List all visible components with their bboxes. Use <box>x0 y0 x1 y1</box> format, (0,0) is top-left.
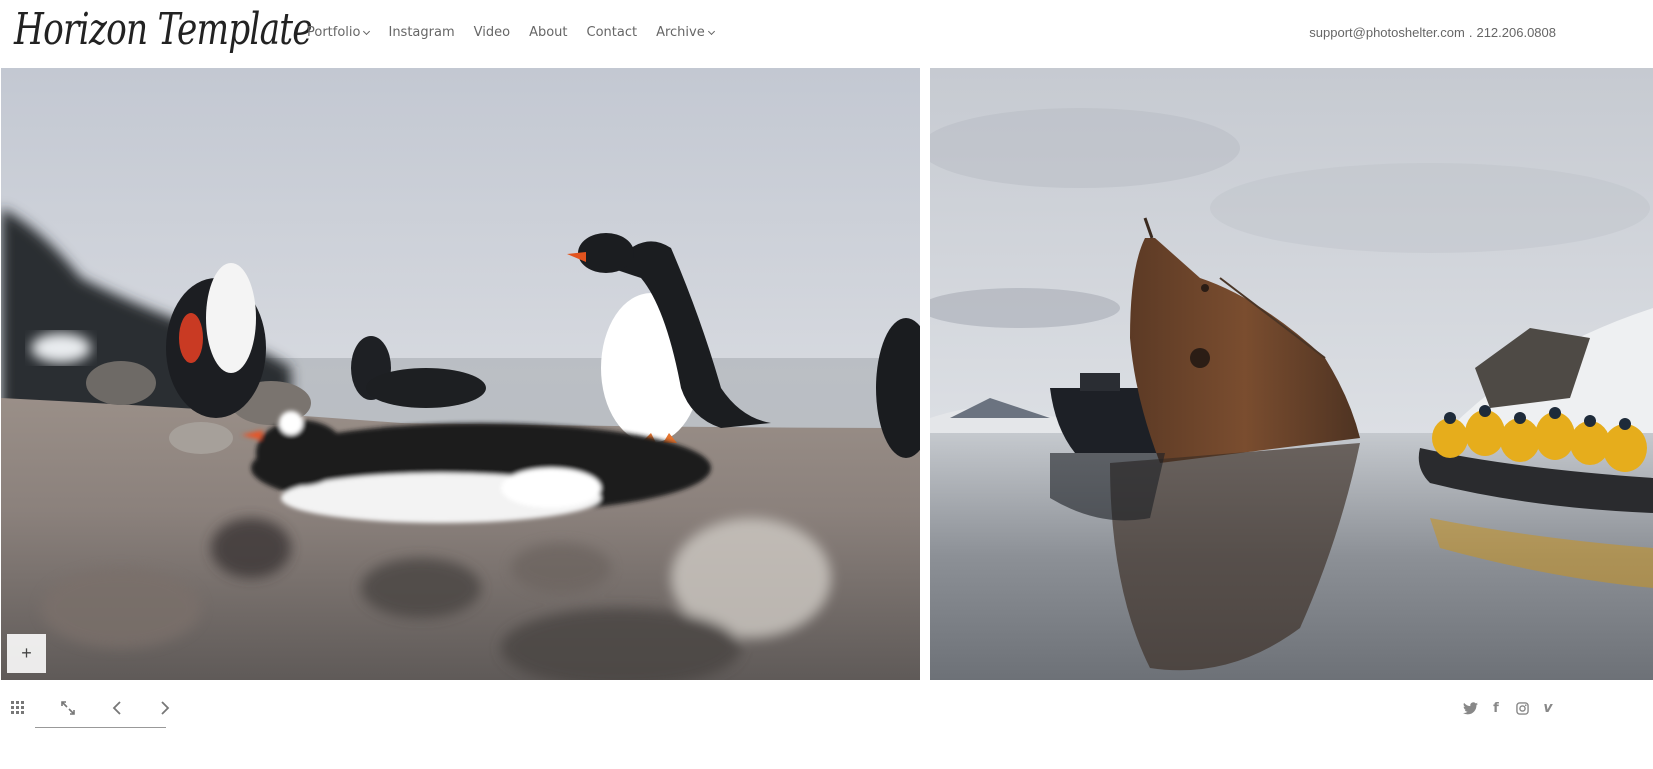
contact-phone[interactable]: 212.206.0808 <box>1476 25 1556 40</box>
vimeo-icon[interactable]: v <box>1539 699 1557 717</box>
gallery-image-penguins[interactable] <box>1 68 920 680</box>
nav-item-label: Video <box>473 25 511 40</box>
nav-item-video[interactable]: Video <box>474 25 510 40</box>
chevron-down-icon <box>363 27 371 35</box>
contact-info: support@photoshelter.com . 212.206.0808 <box>1309 25 1556 40</box>
nav-item-label: Instagram <box>388 25 455 40</box>
nav-item-label: About <box>529 25 568 40</box>
chevron-down-icon <box>707 27 715 35</box>
prev-arrow-icon[interactable] <box>106 698 128 718</box>
progress-underline <box>35 727 166 728</box>
next-arrow-icon[interactable] <box>154 698 176 718</box>
facebook-icon[interactable]: f <box>1487 699 1505 717</box>
nav-item-about[interactable]: About <box>529 25 567 40</box>
social-links: f v <box>1461 699 1557 717</box>
nav-item-instagram[interactable]: Instagram <box>388 25 454 40</box>
info-toggle-button[interactable]: + <box>7 634 46 673</box>
contact-separator: . <box>1468 25 1473 40</box>
twitter-icon[interactable] <box>1461 699 1479 717</box>
fullscreen-icon[interactable] <box>57 698 79 718</box>
grid-icon[interactable] <box>8 698 30 718</box>
nav-item-label: Portfolio <box>307 25 361 40</box>
nav-item-label: Archive <box>656 25 705 40</box>
instagram-icon[interactable] <box>1513 699 1531 717</box>
shipwreck-photo <box>930 68 1653 680</box>
site-logo[interactable]: Horizon Template <box>14 4 313 55</box>
site-header: Horizon Template Portfolio Instagram Vid… <box>0 0 1653 68</box>
nav-item-contact[interactable]: Contact <box>587 25 638 40</box>
nav-item-label: Contact <box>586 25 638 40</box>
nav-item-archive[interactable]: Archive <box>656 25 715 40</box>
gallery-controls <box>0 692 200 732</box>
gallery-image-shipwreck[interactable] <box>930 68 1653 680</box>
main-nav: Portfolio Instagram Video About Contact … <box>307 25 733 40</box>
contact-email[interactable]: support@photoshelter.com <box>1309 25 1465 40</box>
nav-item-portfolio[interactable]: Portfolio <box>307 25 371 40</box>
penguins-photo <box>1 68 920 680</box>
